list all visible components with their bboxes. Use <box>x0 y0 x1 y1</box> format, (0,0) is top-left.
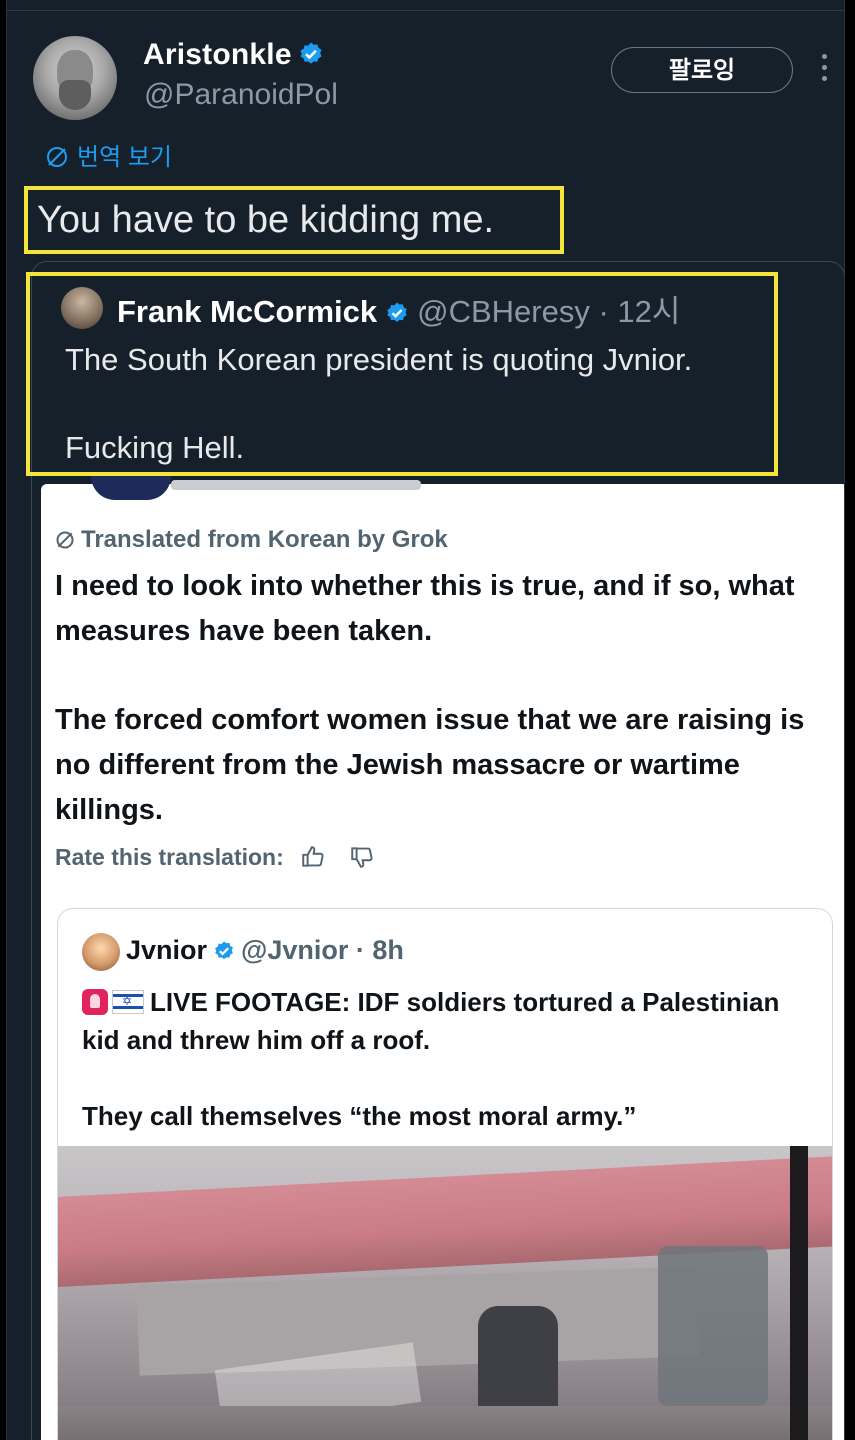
translated-notice: Translated from Korean by Grok <box>55 526 448 554</box>
inner-line: They call themselves “the most moral arm… <box>82 1101 637 1131</box>
video-figure <box>658 1246 768 1406</box>
avatar[interactable] <box>33 36 117 120</box>
israel-flag-emoji <box>112 990 144 1014</box>
video-thumbnail[interactable] <box>58 1146 832 1440</box>
verified-badge-icon <box>300 42 322 64</box>
translated-paragraph: The forced comfort women issue that we a… <box>55 704 805 826</box>
highlight-box <box>24 186 564 254</box>
video-floor <box>58 1406 832 1440</box>
author-name[interactable]: Aristonkle <box>143 38 324 72</box>
verified-badge-icon <box>215 941 233 960</box>
inner-avatar[interactable] <box>82 933 120 971</box>
inner-text: LIVE FOOTAGE: IDF soldiers tortured a Pa… <box>82 983 822 1135</box>
tweet-frame: Aristonkle @ParanoidPol 팔로잉 번역 보기 You ha… <box>6 0 845 1440</box>
inner-quoted-tweet[interactable]: Jvnior @Jvnior · 8h LIVE FOOTAGE: IDF sol… <box>57 908 833 1440</box>
statue-beard <box>59 80 91 110</box>
siren-emoji <box>82 989 108 1015</box>
translate-globe-icon <box>47 147 67 167</box>
thumbs-down-icon[interactable] <box>349 844 375 870</box>
more-options-icon[interactable] <box>819 54 829 86</box>
author-handle[interactable]: @ParanoidPol <box>144 78 338 112</box>
translated-paragraph: I need to look into whether this is true… <box>55 570 795 647</box>
inner-author-handle: @Jvnior · 8h <box>241 935 404 965</box>
inner-author-name[interactable]: Jvnior <box>126 935 207 965</box>
thumbs-up-icon[interactable] <box>300 844 326 870</box>
translated-notice-text: Translated from Korean by Grok <box>81 526 448 553</box>
highlight-box <box>26 272 778 476</box>
video-wall <box>136 1266 700 1376</box>
inner-header: Jvnior @Jvnior · 8h <box>126 935 404 966</box>
translate-globe-icon <box>56 531 74 549</box>
cropped-avatar <box>91 476 171 500</box>
video-pole <box>790 1146 808 1440</box>
following-button[interactable]: 팔로잉 <box>611 47 793 93</box>
translated-text: I need to look into whether this is true… <box>55 564 835 833</box>
author-name-text[interactable]: Aristonkle <box>143 38 292 71</box>
translate-link[interactable]: 번역 보기 <box>45 137 172 172</box>
screenshot-image[interactable]: Translated from Korean by Grok I need to… <box>41 476 844 1440</box>
rate-translation: Rate this translation: <box>55 844 375 871</box>
divider <box>7 10 844 11</box>
translate-label[interactable]: 번역 보기 <box>77 144 172 171</box>
inner-line-text: LIVE FOOTAGE: IDF soldiers tortured a Pa… <box>82 987 780 1055</box>
cropped-handle <box>171 480 421 490</box>
rate-label: Rate this translation: <box>55 844 284 870</box>
inner-line: LIVE FOOTAGE: IDF soldiers tortured a Pa… <box>82 983 822 1059</box>
